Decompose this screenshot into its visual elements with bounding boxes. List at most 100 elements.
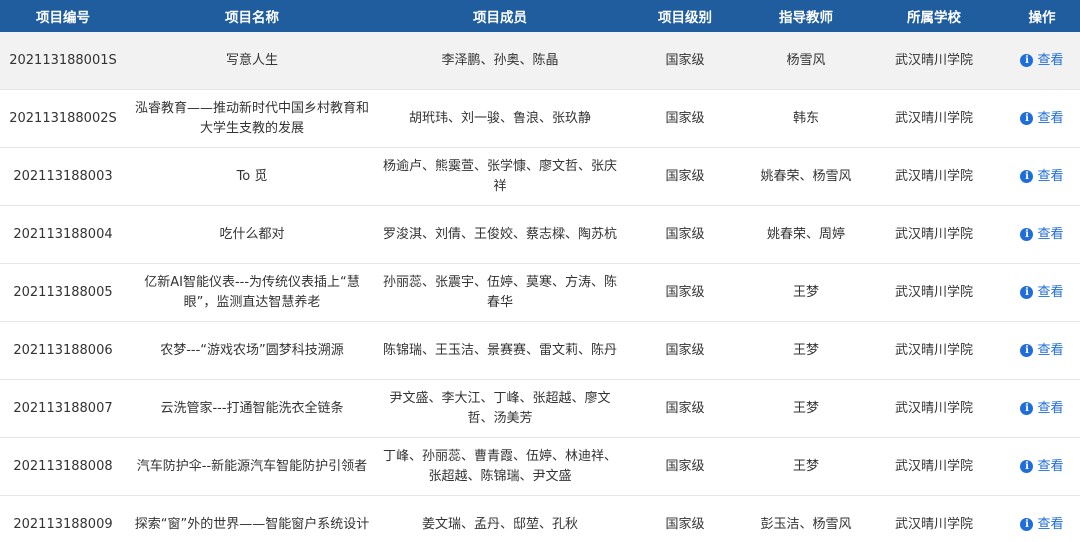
cell-action: i 查看 [1004,205,1080,264]
cell-school: 武汉晴川学院 [864,263,1004,322]
table-row: 202113188001S 写意人生 李泽鹏、孙奥、陈晶 国家级 杨雪风 武汉晴… [0,32,1080,90]
table-row: 202113188009 探索“窗”外的世界——智能窗户系统设计 姜文瑞、孟丹、… [0,495,1080,542]
cell-action: i 查看 [1004,263,1080,322]
cell-name: 亿新AI智能仪表---为传统仪表插上“慧眼”，监测直达智慧养老 [126,263,378,322]
cell-level: 国家级 [622,205,748,264]
header-members: 项目成员 [378,0,622,32]
cell-school: 武汉晴川学院 [864,379,1004,438]
view-label: 查看 [1037,516,1064,532]
table-row: 202113188008 汽车防护伞--新能源汽车智能防护引领者 丁峰、孙丽蕊、… [0,437,1080,496]
view-button[interactable]: i 查看 [1020,283,1064,303]
table-row: 202113188006 农梦---“游戏农场”圆梦科技溯源 陈锦瑞、王玉洁、景… [0,321,1080,380]
cell-members: 丁峰、孙丽蕊、曹青霞、伍婷、林迪祥、张超越、陈锦瑞、尹文盛 [378,437,622,496]
view-button[interactable]: i 查看 [1020,399,1064,419]
cell-advisor: 王梦 [748,379,864,438]
header-advisor: 指导教师 [748,0,864,32]
cell-advisor: 王梦 [748,263,864,322]
cell-level: 国家级 [622,89,748,148]
cell-code: 202113188002S [0,89,126,148]
table-row: 202113188002S 泓睿教育——推动新时代中国乡村教育和大学生支教的发展… [0,89,1080,148]
view-label: 查看 [1037,342,1064,358]
cell-members: 陈锦瑞、王玉洁、景赛赛、雷文莉、陈丹 [378,321,622,380]
header-school: 所属学校 [864,0,1004,32]
header-name: 项目名称 [126,0,378,32]
table-row: 202113188005 亿新AI智能仪表---为传统仪表插上“慧眼”，监测直达… [0,263,1080,322]
cell-level: 国家级 [622,437,748,496]
cell-code: 202113188009 [0,495,126,542]
cell-code: 202113188007 [0,379,126,438]
cell-name: 吃什么都对 [126,205,378,264]
info-icon: i [1020,170,1034,184]
cell-name: 农梦---“游戏农场”圆梦科技溯源 [126,321,378,380]
cell-action: i 查看 [1004,437,1080,496]
cell-school: 武汉晴川学院 [864,32,1004,90]
view-button[interactable]: i 查看 [1020,341,1064,361]
table-row: 202113188003 To 觅 杨逾卢、熊霙萱、张学慷、廖文哲、张庆祥 国家… [0,147,1080,206]
table-header-row: 项目编号 项目名称 项目成员 项目级别 指导教师 所属学校 操作 [0,0,1080,32]
table-row: 202113188007 云洗管家---打通智能洗衣全链条 尹文盛、李大江、丁峰… [0,379,1080,438]
view-button[interactable]: i 查看 [1020,109,1064,129]
cell-action: i 查看 [1004,89,1080,148]
cell-members: 胡玳玮、刘一骏、鲁浪、张玖静 [378,89,622,148]
header-action: 操作 [1004,0,1080,32]
view-label: 查看 [1037,400,1064,416]
cell-school: 武汉晴川学院 [864,147,1004,206]
view-button[interactable]: i 查看 [1020,51,1064,71]
cell-name: 探索“窗”外的世界——智能窗户系统设计 [126,495,378,542]
cell-code: 202113188001S [0,32,126,90]
cell-code: 202113188003 [0,147,126,206]
info-icon: i [1020,460,1034,474]
cell-school: 武汉晴川学院 [864,437,1004,496]
cell-name: To 觅 [126,147,378,206]
header-level: 项目级别 [622,0,748,32]
cell-name: 云洗管家---打通智能洗衣全链条 [126,379,378,438]
view-label: 查看 [1037,226,1064,242]
cell-members: 李泽鹏、孙奥、陈晶 [378,32,622,90]
cell-action: i 查看 [1004,321,1080,380]
cell-code: 202113188008 [0,437,126,496]
header-code: 项目编号 [0,0,126,32]
view-button[interactable]: i 查看 [1020,225,1064,245]
view-button[interactable]: i 查看 [1020,515,1064,535]
cell-level: 国家级 [622,263,748,322]
cell-action: i 查看 [1004,32,1080,90]
cell-name: 写意人生 [126,32,378,90]
cell-school: 武汉晴川学院 [864,495,1004,542]
cell-code: 202113188006 [0,321,126,380]
view-label: 查看 [1037,168,1064,184]
cell-level: 国家级 [622,495,748,542]
cell-members: 姜文瑞、孟丹、邸堃、孔秋 [378,495,622,542]
view-button[interactable]: i 查看 [1020,167,1064,187]
cell-members: 罗浚淇、刘倩、王俊姣、蔡志樑、陶苏杭 [378,205,622,264]
cell-advisor: 韩东 [748,89,864,148]
view-button[interactable]: i 查看 [1020,457,1064,477]
cell-members: 尹文盛、李大江、丁峰、张超越、廖文哲、汤美芳 [378,379,622,438]
view-label: 查看 [1037,110,1064,126]
cell-school: 武汉晴川学院 [864,205,1004,264]
info-icon: i [1020,54,1034,68]
cell-level: 国家级 [622,147,748,206]
info-icon: i [1020,286,1034,300]
cell-school: 武汉晴川学院 [864,321,1004,380]
cell-advisor: 王梦 [748,321,864,380]
cell-members: 孙丽蕊、张震宇、伍婷、莫寒、方涛、陈春华 [378,263,622,322]
info-icon: i [1020,112,1034,126]
cell-action: i 查看 [1004,495,1080,542]
cell-advisor: 杨雪风 [748,32,864,90]
cell-level: 国家级 [622,32,748,90]
info-icon: i [1020,228,1034,242]
cell-name: 汽车防护伞--新能源汽车智能防护引领者 [126,437,378,496]
cell-advisor: 姚春荣、周婷 [748,205,864,264]
cell-name: 泓睿教育——推动新时代中国乡村教育和大学生支教的发展 [126,89,378,148]
cell-members: 杨逾卢、熊霙萱、张学慷、廖文哲、张庆祥 [378,147,622,206]
cell-school: 武汉晴川学院 [864,89,1004,148]
cell-action: i 查看 [1004,147,1080,206]
cell-advisor: 姚春荣、杨雪风 [748,147,864,206]
cell-advisor: 王梦 [748,437,864,496]
info-icon: i [1020,518,1034,532]
table-row: 202113188004 吃什么都对 罗浚淇、刘倩、王俊姣、蔡志樑、陶苏杭 国家… [0,205,1080,264]
view-label: 查看 [1037,52,1064,68]
cell-level: 国家级 [622,379,748,438]
cell-level: 国家级 [622,321,748,380]
cell-code: 202113188004 [0,205,126,264]
